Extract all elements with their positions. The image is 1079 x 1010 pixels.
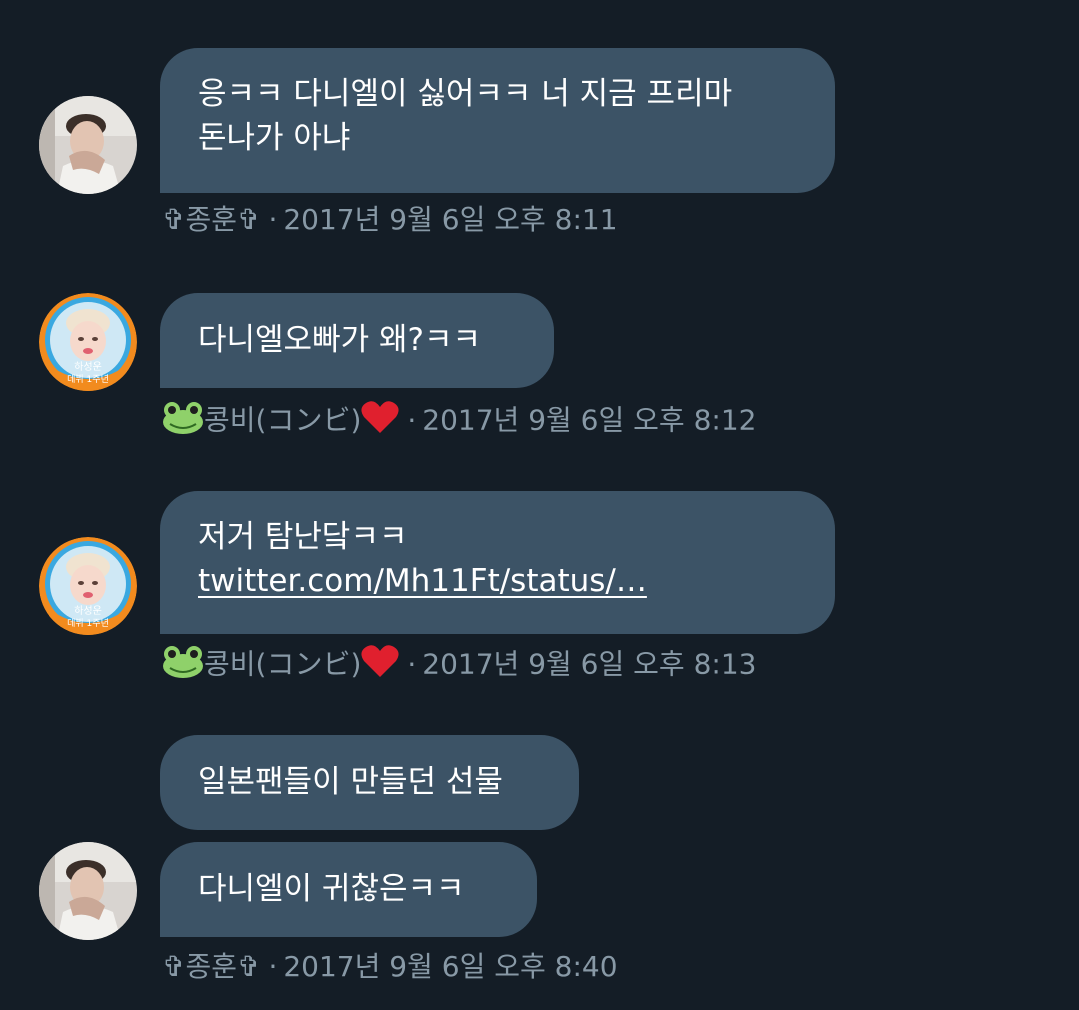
message-bubble[interactable]: 다니엘오빠가 왜?ㅋㅋ <box>160 293 554 388</box>
avatar-photo: 하성운 데뷔 1주년 <box>39 537 137 635</box>
message-meta: 콩비(コンビ) · 2017년 9월 6일 오후 8:13 <box>162 644 756 687</box>
timestamp: 2017년 9월 6일 오후 8:11 <box>283 203 618 236</box>
sender-name[interactable]: 콩비(コンビ) <box>204 648 361 681</box>
message-bubble[interactable]: 일본팬들이 만들던 선물 <box>160 735 579 830</box>
sender-name[interactable]: 콩비(コンビ) <box>204 404 361 437</box>
tweet-link[interactable]: twitter.com/Mh11Ft/status/… <box>198 559 797 603</box>
message-text: 저거 탐난닼ㅋㅋ <box>198 519 408 555</box>
sender-name[interactable]: ✞종훈✞ <box>162 950 260 983</box>
avatar-photo <box>39 96 137 194</box>
message-bubble[interactable]: 다니엘이 귀찮은ㅋㅋ <box>160 842 537 937</box>
timestamp: 2017년 9월 6일 오후 8:12 <box>422 403 757 437</box>
timestamp: 2017년 9월 6일 오후 8:13 <box>422 647 757 681</box>
badge-name: 하성운 <box>74 360 102 373</box>
message-meta: ✞종훈✞ · 2017년 9월 6일 오후 8:40 <box>162 949 618 985</box>
frog-icon <box>162 400 204 443</box>
message-text: 돈나가 아냐 <box>198 120 351 156</box>
separator-dot: · <box>268 203 278 236</box>
avatar-photo: 하성운 데뷔 1주년 <box>39 293 137 391</box>
avatar-jonghoon[interactable] <box>39 842 137 940</box>
separator-dot: · <box>407 403 417 437</box>
badge-caption: 데뷔 1주년 <box>67 374 109 385</box>
frog-icon <box>162 644 204 687</box>
separator-dot: · <box>268 950 278 983</box>
message-meta: 콩비(コンビ) · 2017년 9월 6일 오후 8:12 <box>162 400 756 443</box>
avatar-jonghoon[interactable] <box>39 96 137 194</box>
avatar-kongbi[interactable]: 하성운 데뷔 1주년 <box>39 537 137 635</box>
timestamp: 2017년 9월 6일 오후 8:40 <box>283 950 618 983</box>
heart-icon <box>361 400 399 443</box>
avatar-kongbi[interactable]: 하성운 데뷔 1주년 <box>39 293 137 391</box>
heart-icon <box>361 644 399 687</box>
message-bubble[interactable]: 응ㅋㅋ 다니엘이 싫어ㅋㅋ 너 지금 프리마 돈나가 아냐 <box>160 48 835 193</box>
message-meta: ✞종훈✞ · 2017년 9월 6일 오후 8:11 <box>162 202 618 238</box>
avatar-photo <box>39 842 137 940</box>
message-bubble[interactable]: 저거 탐난닼ㅋㅋ twitter.com/Mh11Ft/status/… <box>160 491 835 634</box>
sender-name[interactable]: ✞종훈✞ <box>162 203 260 236</box>
message-text: 일본팬들이 만들던 선물 <box>198 764 503 800</box>
message-text: 응ㅋㅋ 다니엘이 싫어ㅋㅋ 너 지금 프리마 <box>198 76 733 112</box>
badge-caption: 데뷔 1주년 <box>67 618 109 629</box>
separator-dot: · <box>407 647 417 681</box>
message-text: 다니엘오빠가 왜?ㅋㅋ <box>198 322 481 358</box>
message-text: 다니엘이 귀찮은ㅋㅋ <box>198 871 465 907</box>
badge-name: 하성운 <box>74 604 102 617</box>
